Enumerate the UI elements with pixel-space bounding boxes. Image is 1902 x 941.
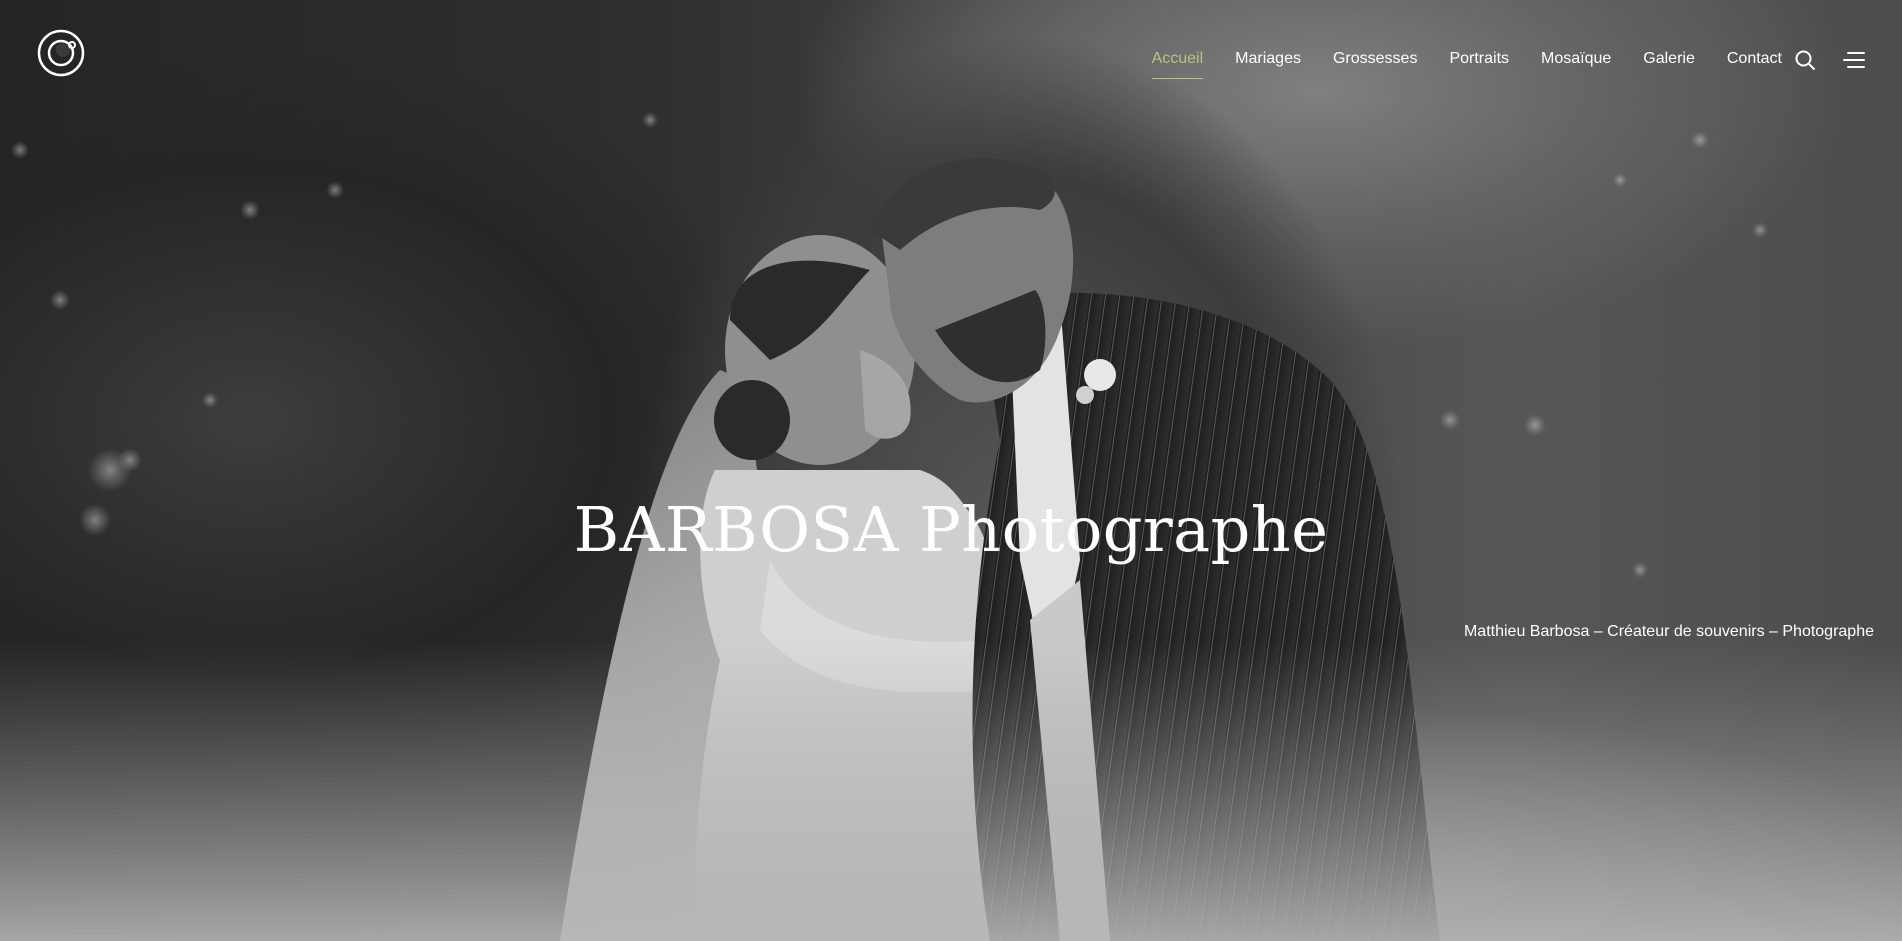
logo-icon[interactable] — [36, 28, 86, 78]
nav-item-portraits[interactable]: Portraits — [1449, 48, 1509, 70]
nav-item-galerie[interactable]: Galerie — [1643, 48, 1695, 70]
wedding-couple-photo — [0, 112, 1902, 941]
hero-subtitle: Matthieu Barbosa – Créateur de souvenirs… — [1463, 623, 1874, 640]
search-icon[interactable] — [1794, 49, 1816, 71]
hero-background-image — [0, 0, 1902, 941]
nav-item-mariages[interactable]: Mariages — [1235, 48, 1301, 70]
nav-item-mosaique[interactable]: Mosaïque — [1541, 48, 1611, 70]
hamburger-menu-icon[interactable] — [1842, 50, 1866, 70]
main-navigation: Accueil Mariages Grossesses Portraits Mo… — [1120, 48, 1782, 79]
hero-title: BARBOSA Photographe — [573, 493, 1329, 566]
nav-item-accueil[interactable]: Accueil — [1151, 48, 1203, 79]
nav-item-contact[interactable]: Contact — [1727, 48, 1782, 70]
nav-item-grossesses[interactable]: Grossesses — [1333, 48, 1417, 70]
